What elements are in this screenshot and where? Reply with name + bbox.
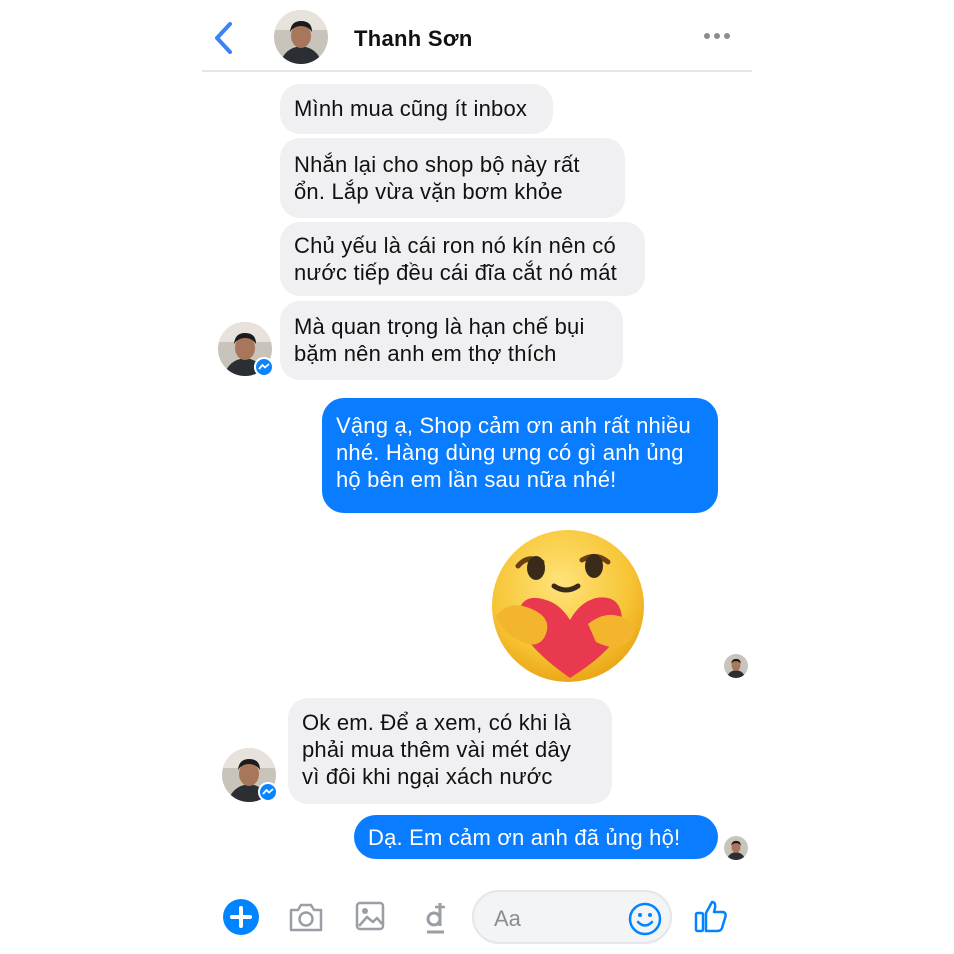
more-options-icon[interactable] [702,28,732,44]
message-input-field[interactable] [472,890,672,944]
incoming-message: Ok em. Để a xem, có khi là phải mua thêm… [288,698,612,804]
thumbs-up-icon[interactable] [694,898,728,934]
payment-dong-icon[interactable] [424,900,448,936]
message-composer [202,880,752,954]
photo-icon[interactable] [354,900,386,932]
incoming-message: Mà quan trọng là hạn chế bụi bặm nên anh… [280,301,623,380]
plus-icon[interactable] [222,898,260,936]
camera-icon[interactable] [288,900,324,934]
outgoing-message: Dạ. Em cảm ơn anh đã ủng hộ! [354,815,718,859]
read-receipt-avatar [724,654,748,678]
care-reaction-sticker-icon [492,530,644,682]
messenger-badge-icon [258,782,278,802]
contact-avatar[interactable] [274,10,328,64]
outgoing-message: Vậng ạ, Shop cảm ơn anh rất nhiều nhé. H… [322,398,718,513]
emoji-icon[interactable] [628,902,662,936]
incoming-message: Chủ yếu là cái ron nó kín nên có nước ti… [280,222,645,296]
messenger-badge-icon [254,357,274,377]
incoming-message: Mình mua cũng ít inbox [280,84,553,134]
conversation-header: Thanh Sơn [202,0,752,72]
read-receipt-avatar [724,836,748,860]
message-input[interactable] [494,904,624,934]
contact-name: Thanh Sơn [354,26,473,51]
incoming-message: Nhắn lại cho shop bộ này rất ổn. Lắp vừa… [280,138,625,218]
back-arrow-icon[interactable] [212,20,236,56]
